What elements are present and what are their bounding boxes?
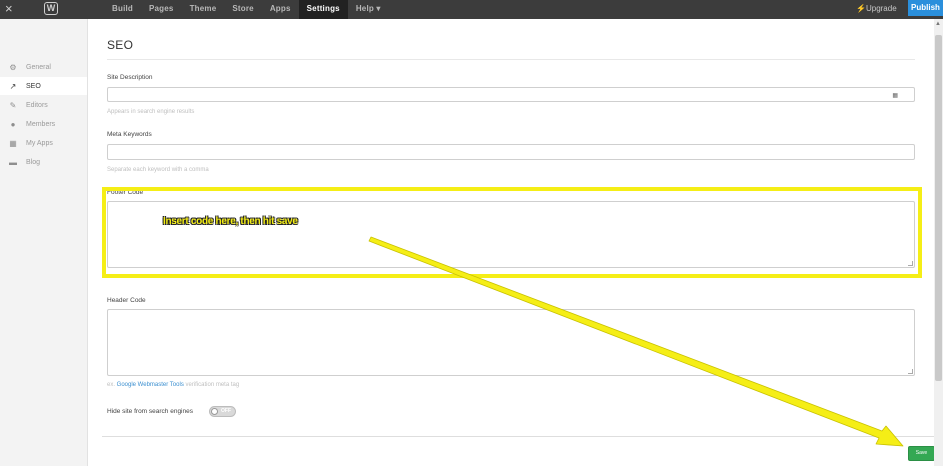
close-icon[interactable]: × (5, 1, 13, 17)
trend-icon: ↗ (9, 81, 17, 91)
sidebar-item-label: Editors (26, 101, 48, 109)
sidebar-item-general[interactable]: ⚙ General (0, 58, 87, 76)
google-webmaster-tools-link[interactable]: Google Webmaster Tools (117, 382, 184, 388)
save-bar (102, 436, 943, 466)
annotation-text: Insert code here, then hit save (163, 216, 298, 227)
sidebar-item-my-apps[interactable]: ▦ My Apps (0, 134, 87, 152)
divider (107, 59, 915, 60)
sidebar-item-label: Blog (26, 158, 41, 166)
sidebar-item-members[interactable]: ● Members (0, 115, 87, 133)
sidebar-item-seo[interactable]: ↗ SEO (0, 77, 87, 95)
nav-help[interactable]: Help ▾ (348, 0, 389, 19)
sidebar-item-label: SEO (26, 82, 41, 90)
scroll-up-icon[interactable]: ▲ (935, 21, 941, 27)
site-description-hint: Appears in search engine results (107, 109, 195, 115)
scroll-thumb[interactable] (935, 35, 942, 381)
sidebar-item-label: My Apps (26, 139, 53, 147)
page-title: SEO (107, 38, 134, 52)
pencil-icon: ✎ (9, 100, 17, 110)
weebly-logo-icon[interactable]: W (44, 2, 58, 15)
meta-keywords-hint: Separate each keyword with a comma (107, 167, 209, 173)
header-code-hint: ex. Google Webmaster Tools verification … (107, 382, 239, 388)
save-button[interactable]: Save (908, 446, 935, 461)
sidebar-item-blog[interactable]: ▬ Blog (0, 153, 87, 171)
hint-prefix: ex. (107, 382, 117, 388)
grid-icon: ▦ (9, 138, 17, 148)
resize-handle-icon[interactable] (908, 369, 913, 374)
toggle-state: OFF (221, 408, 231, 414)
nav-build[interactable]: Build (104, 0, 141, 19)
nav-store[interactable]: Store (224, 0, 261, 19)
sidebar-item-editors[interactable]: ✎ Editors (0, 96, 87, 114)
site-description-label: Site Description (107, 74, 153, 81)
publish-button[interactable]: Publish (908, 0, 943, 16)
toggle-knob (211, 408, 218, 415)
footer-code-highlight-box (102, 187, 922, 278)
header-code-textarea[interactable] (107, 309, 915, 376)
person-icon: ● (10, 119, 16, 129)
settings-sidebar: ⚙ General ↗ SEO ✎ Editors ● Members ▦ My… (0, 19, 88, 466)
hint-suffix: verification meta tag (183, 382, 240, 388)
header-code-label: Header Code (107, 297, 146, 304)
hide-site-toggle[interactable]: OFF (209, 406, 236, 417)
site-description-input[interactable]: ▦ (107, 87, 915, 102)
meta-keywords-input[interactable] (107, 144, 915, 160)
hide-site-label: Hide site from search engines (107, 408, 193, 415)
expand-icon[interactable]: ▦ (892, 92, 898, 99)
nav-pages[interactable]: Pages (141, 0, 182, 19)
scrollbar[interactable]: ▲ (934, 19, 943, 466)
top-bar: × W Build Pages Theme Store Apps Setting… (0, 0, 943, 19)
sidebar-item-label: General (26, 63, 51, 71)
comment-icon: ▬ (9, 157, 17, 167)
gear-icon: ⚙ (9, 62, 17, 72)
nav-settings[interactable]: Settings (298, 0, 348, 19)
meta-keywords-label: Meta Keywords (107, 131, 152, 138)
main-nav: Build Pages Theme Store Apps Settings He… (104, 0, 389, 19)
nav-theme[interactable]: Theme (182, 0, 225, 19)
sidebar-item-label: Members (26, 120, 56, 128)
upgrade-link[interactable]: ⚡Upgrade (856, 0, 897, 19)
nav-apps[interactable]: Apps (262, 0, 299, 19)
